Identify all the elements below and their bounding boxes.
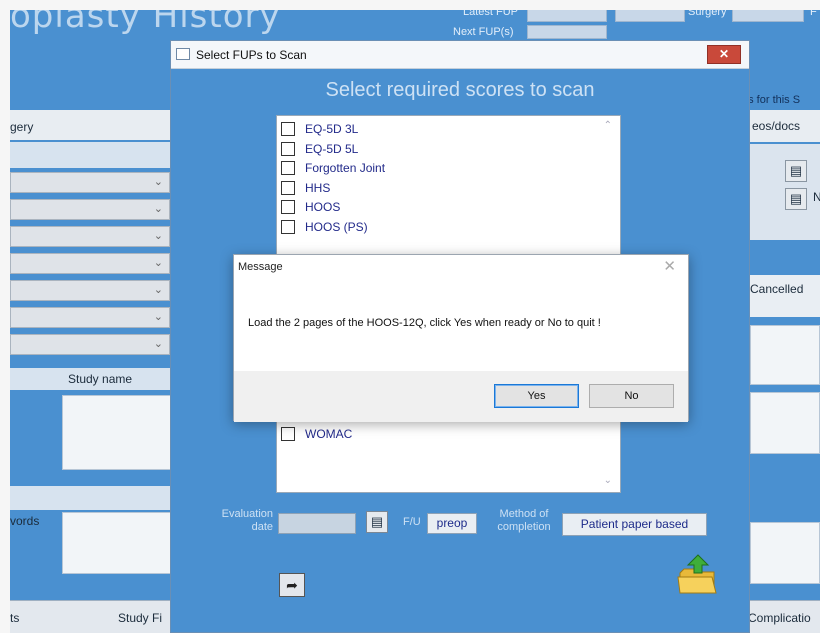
- left-combo-2[interactable]: ⌄: [10, 199, 170, 220]
- cancelled-label: Cancelled: [750, 282, 804, 296]
- scroll-down-icon[interactable]: ⌄: [604, 475, 612, 486]
- chevron-down-icon: ⌄: [153, 176, 163, 188]
- videos-docs-tab[interactable]: eos/docs: [752, 119, 800, 133]
- chevron-down-icon: ⌄: [153, 257, 163, 269]
- chevron-down-icon: ⌄: [153, 311, 163, 323]
- chevron-down-icon: ⌄: [153, 203, 163, 215]
- score-label: WOMAC: [305, 427, 353, 441]
- right-n-label: N: [813, 190, 820, 204]
- open-folder-icon[interactable]: [676, 553, 720, 597]
- header-cut-label: F: [810, 10, 817, 18]
- app-title: oplasty History: [10, 10, 281, 36]
- evaluation-label-line2: date: [251, 521, 273, 533]
- chevron-down-icon: ⌄: [153, 230, 163, 242]
- next-fup-label: Next FUP(s): [453, 26, 514, 38]
- score-item[interactable]: HHS: [281, 178, 330, 198]
- score-checkbox[interactable]: [281, 161, 295, 175]
- left-divider-bar-2: [10, 486, 170, 510]
- latest-fup-field[interactable]: [527, 10, 607, 22]
- yes-button[interactable]: Yes: [494, 384, 579, 408]
- score-checkbox[interactable]: [281, 141, 295, 156]
- chevron-down-icon: ⌄: [153, 284, 163, 296]
- left-combo-1[interactable]: ⌄: [10, 172, 170, 193]
- score-item[interactable]: WOMAC: [281, 424, 352, 444]
- scroll-up-icon[interactable]: ⌃: [604, 120, 612, 131]
- score-item[interactable]: EQ-5D 3L: [281, 119, 358, 139]
- evaluation-date-field[interactable]: [278, 513, 356, 534]
- latest-fup-label: Latest FUP: [463, 10, 519, 18]
- chevron-down-icon: ⌄: [153, 338, 163, 350]
- score-label: EQ-5D 5L: [305, 141, 359, 156]
- no-button[interactable]: No: [589, 384, 674, 408]
- left-combo-6[interactable]: ⌄: [10, 307, 170, 328]
- left-combo-4[interactable]: ⌄: [10, 253, 170, 274]
- score-label: HOOS (PS): [305, 219, 368, 234]
- bottom-col-complications[interactable]: Complicatio: [748, 611, 811, 625]
- study-name-box[interactable]: [62, 395, 172, 470]
- left-combo-3[interactable]: ⌄: [10, 226, 170, 247]
- score-label: HHS: [305, 180, 331, 195]
- method-of-completion-value[interactable]: Patient paper based: [562, 513, 707, 536]
- message-dialog: Message ✕ Load the 2 pages of the HOOS-1…: [233, 254, 689, 422]
- score-item[interactable]: HOOS: [281, 197, 340, 217]
- latest-fup-field-2[interactable]: [615, 10, 685, 22]
- bottom-col-study-files[interactable]: Study Fi: [118, 611, 162, 625]
- keywords-box[interactable]: [62, 512, 172, 574]
- score-label: Forgotten Joint: [305, 161, 386, 175]
- document-icon[interactable]: ▤: [785, 160, 807, 182]
- score-checkbox[interactable]: [281, 219, 295, 234]
- right-list-box-2: [750, 392, 820, 454]
- scanner-icon: ➦: [286, 577, 298, 593]
- fup-dialog-titlebar: Select FUPs to Scan ✕: [171, 41, 749, 69]
- fu-label: F/U: [403, 516, 421, 528]
- score-checkbox[interactable]: [281, 200, 295, 214]
- score-item[interactable]: Forgotten Joint: [281, 158, 385, 178]
- method-of-completion-label: Method of completion: [489, 508, 559, 534]
- bottom-col-1[interactable]: ts: [10, 611, 19, 625]
- evaluation-date-label: Evaluation date: [201, 508, 273, 534]
- scan-heading: Select required scores to scan: [325, 79, 595, 101]
- surgery-tab[interactable]: gery: [10, 120, 33, 134]
- score-checkbox[interactable]: [281, 427, 295, 441]
- left-combo-5[interactable]: ⌄: [10, 280, 170, 301]
- close-icon: ✕: [718, 47, 730, 61]
- close-button[interactable]: ✕: [707, 45, 741, 64]
- message-title: Message: [238, 261, 283, 273]
- scanner-button[interactable]: ➦: [279, 573, 305, 597]
- score-checkbox[interactable]: [281, 180, 295, 195]
- score-item[interactable]: HOOS (PS): [281, 217, 368, 237]
- fu-value[interactable]: preop: [427, 513, 477, 534]
- message-text: Load the 2 pages of the HOOS-12Q, click …: [248, 317, 601, 329]
- close-icon[interactable]: ✕: [663, 257, 676, 275]
- right-list-box-1: [750, 325, 820, 385]
- score-checkbox[interactable]: [281, 122, 295, 136]
- keywords-label: vords: [10, 514, 40, 528]
- score-item[interactable]: EQ-5D 5L: [281, 139, 358, 159]
- evaluation-label-line1: Evaluation: [221, 508, 273, 520]
- left-combo-7[interactable]: ⌄: [10, 334, 170, 355]
- method-label-line1: Method of: [499, 508, 549, 520]
- next-fup-field[interactable]: [527, 25, 607, 39]
- score-label: EQ-5D 3L: [305, 122, 359, 136]
- window-icon: [176, 48, 190, 60]
- document-icon[interactable]: ▤: [785, 188, 807, 210]
- files-for-this-label: es for this S: [742, 94, 801, 106]
- left-divider-bar: [10, 142, 170, 168]
- right-list-box-3: [750, 522, 820, 584]
- method-label-line2: completion: [497, 521, 551, 533]
- left-tab-strip: [10, 110, 170, 140]
- calendar-icon[interactable]: ▤: [366, 511, 388, 533]
- surgery-label: Surgery: [688, 10, 727, 18]
- score-label: HOOS: [305, 200, 341, 214]
- surgery-field[interactable]: [732, 10, 804, 22]
- study-name-label: Study name: [68, 372, 133, 386]
- fup-dialog-title: Select FUPs to Scan: [196, 48, 307, 62]
